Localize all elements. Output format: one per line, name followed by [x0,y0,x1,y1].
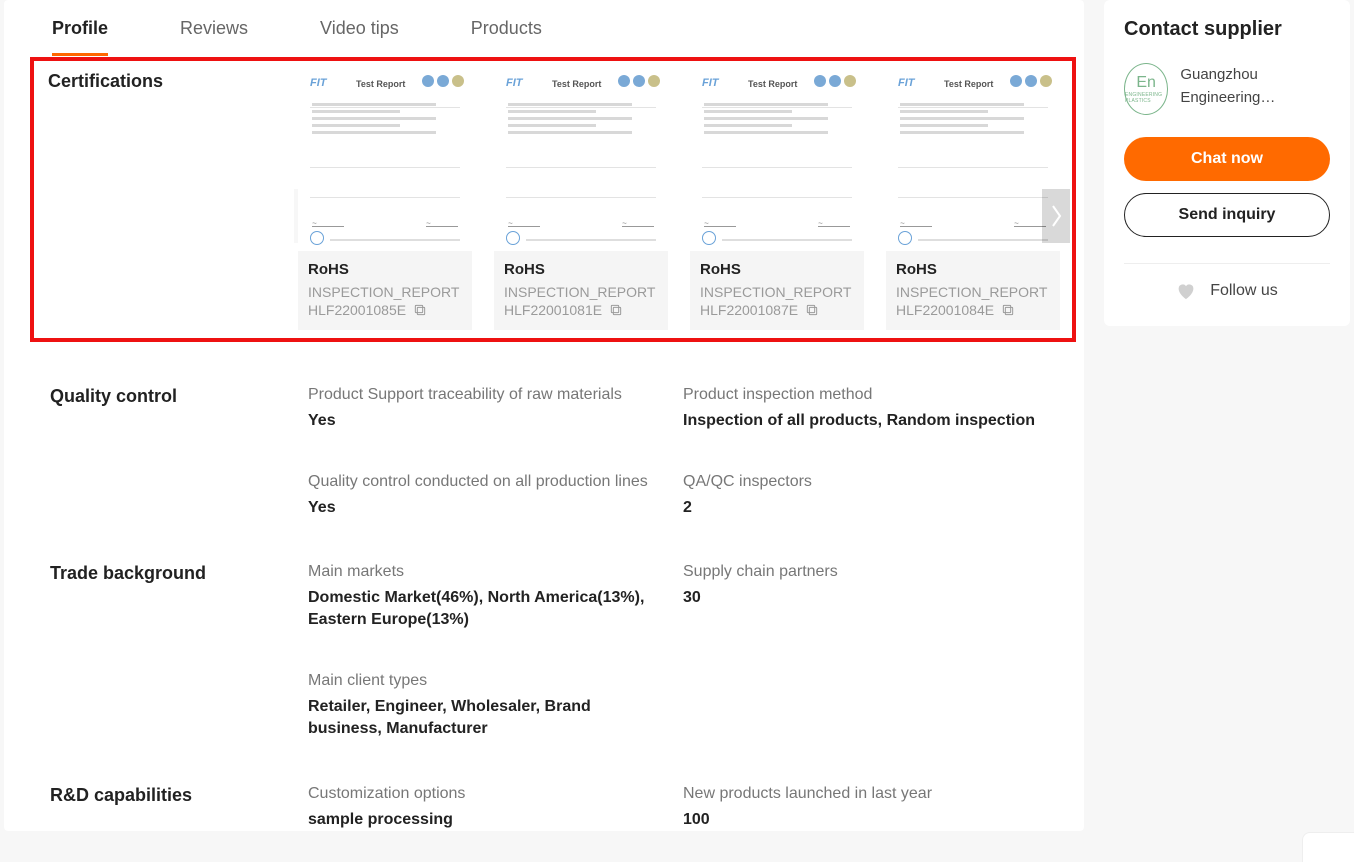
certification-title: RoHS [886,261,1060,282]
copy-icon[interactable] [608,302,624,318]
tab-profile[interactable]: Profile [52,18,108,56]
certification-title: RoHS [298,261,472,282]
rd-new-products-value: 100 [683,809,1038,831]
certification-subtitle: INSPECTION_REPORT [886,282,1060,302]
section-heading-rd-capabilities: R&D capabilities [50,785,304,831]
heart-icon [1176,282,1196,300]
send-inquiry-button[interactable]: Send inquiry [1124,193,1330,237]
contact-supplier-title: Contact supplier [1124,18,1330,41]
tab-reviews[interactable]: Reviews [180,18,248,56]
qc-all-lines-value: Yes [308,497,663,519]
chat-widget-corner[interactable] [1302,832,1354,862]
rd-customization-label: Customization options [308,785,663,803]
copy-icon[interactable] [804,302,820,318]
trade-main-markets-value: Domestic Market(46%), North America(13%)… [308,587,663,632]
certification-card[interactable]: FIT Test Report ~~ RoHS INSPECTION_REPOR… [886,69,1060,330]
certificate-thumbnail[interactable]: FIT Test Report ~~ [690,69,864,251]
certification-subtitle: INSPECTION_REPORT [690,282,864,302]
certification-subtitle: INSPECTION_REPORT [298,282,472,302]
certificate-thumbnail[interactable]: FIT Test Report ~~ [494,69,668,251]
qc-inspectors-label: QA/QC inspectors [683,473,1038,491]
contact-supplier-panel: Contact supplier En ENGINEERING PLASTICS… [1104,0,1350,326]
certification-code: HLF22001087E [700,302,798,318]
certification-code: HLF22001081E [504,302,602,318]
trade-main-markets-label: Main markets [308,563,663,581]
certification-subtitle: INSPECTION_REPORT [494,282,668,302]
certificate-thumbnail[interactable]: FIT Test Report ~~ [886,69,1060,251]
certification-title: RoHS [690,261,864,282]
copy-icon[interactable] [412,302,428,318]
tab-products[interactable]: Products [471,18,542,56]
divider [1124,263,1330,264]
trade-supply-chain-label: Supply chain partners [683,563,1038,581]
certification-card[interactable]: FIT Test Report ~~ RoHS INSPECTION_REPOR… [494,69,668,330]
rd-capabilities-section: R&D capabilities Customization options sa… [4,741,1084,831]
trade-background-section: Trade background Main markets Domestic Ma… [4,519,1084,741]
qc-traceability-value: Yes [308,410,663,432]
qc-all-lines-label: Quality control conducted on all product… [308,473,663,491]
doc-title: Test Report [356,79,405,89]
trade-supply-chain-value: 30 [683,587,1038,609]
chat-now-button[interactable]: Chat now [1124,137,1330,181]
copy-icon[interactable] [1000,302,1016,318]
supplier-name[interactable]: Guangzhou Engineering… [1180,63,1330,110]
carousel-next-button[interactable] [1042,189,1070,243]
tab-video-tips[interactable]: Video tips [320,18,399,56]
certification-code: HLF22001085E [308,302,406,318]
qc-inspection-method-label: Product inspection method [683,386,1038,404]
certificate-thumbnail[interactable]: FIT Test Report ~~ [298,69,472,251]
qc-inspectors-value: 2 [683,497,1038,519]
certifications-section: Certifications FIT Test Report ~~ RoHS I… [30,57,1076,342]
certification-card[interactable]: FIT Test Report ~~ RoHS INSPECTION_REPOR… [298,69,472,330]
certifications-heading: Certifications [48,69,278,92]
doc-brand: FIT [310,77,327,89]
certification-card[interactable]: FIT Test Report ~~ RoHS INSPECTION_REPOR… [690,69,864,330]
supplier-logo: En ENGINEERING PLASTICS [1124,63,1168,115]
certification-title: RoHS [494,261,668,282]
rd-new-products-label: New products launched in last year [683,785,1038,803]
qc-traceability-label: Product Support traceability of raw mate… [308,386,663,404]
certification-carousel: FIT Test Report ~~ RoHS INSPECTION_REPOR… [298,69,1066,330]
certification-code: HLF22001084E [896,302,994,318]
rd-customization-value: sample processing [308,809,663,831]
section-heading-trade-background: Trade background [50,563,304,741]
section-heading-quality-control: Quality control [50,386,304,519]
trade-client-types-value: Retailer, Engineer, Wholesaler, Brand bu… [308,696,663,741]
qc-inspection-method-value: Inspection of all products, Random inspe… [683,410,1038,432]
follow-us-button[interactable]: Follow us [1124,282,1330,300]
quality-control-section: Quality control Product Support traceabi… [4,342,1084,519]
trade-client-types-label: Main client types [308,672,663,690]
